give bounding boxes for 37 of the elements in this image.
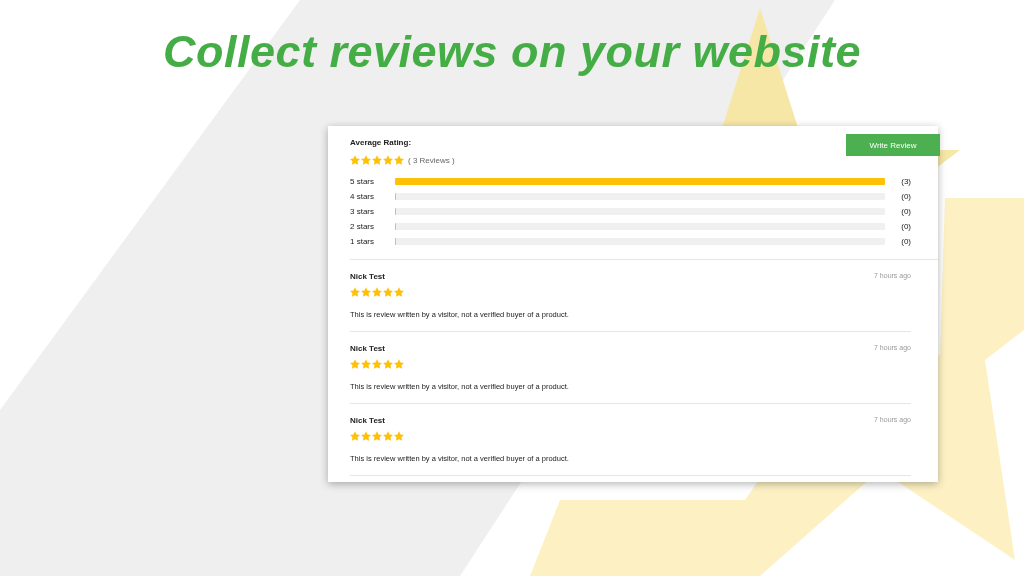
star-icon bbox=[372, 287, 382, 297]
star-icon bbox=[350, 287, 360, 297]
star-level-label: 3 stars bbox=[350, 207, 375, 216]
star-level-label: 5 stars bbox=[350, 177, 375, 186]
rating-count: (0) bbox=[900, 222, 911, 231]
star-icon bbox=[372, 155, 382, 165]
star-level-label: 4 stars bbox=[350, 192, 375, 201]
rating-count: (0) bbox=[900, 207, 911, 216]
review-count: ( 3 Reviews ) bbox=[408, 155, 455, 165]
star-icon bbox=[383, 287, 393, 297]
star-icon bbox=[383, 155, 393, 165]
star-icon bbox=[361, 431, 371, 441]
star-icon bbox=[372, 431, 382, 441]
rating-count: (0) bbox=[900, 192, 911, 201]
star-icon bbox=[394, 155, 404, 165]
star-icon bbox=[383, 431, 393, 441]
headline: Collect reviews on your website bbox=[162, 26, 862, 78]
rating-count: (3) bbox=[900, 177, 911, 186]
star-icon bbox=[394, 431, 404, 441]
star-icon bbox=[350, 431, 360, 441]
star-icon bbox=[372, 359, 382, 369]
star-icon bbox=[394, 359, 404, 369]
average-rating-label: Average Rating: bbox=[350, 138, 413, 147]
star-level-label: 2 stars bbox=[350, 222, 375, 231]
star-icon bbox=[361, 155, 371, 165]
star-icon bbox=[361, 287, 371, 297]
star-icon bbox=[383, 359, 393, 369]
star-level-label: 1 stars bbox=[350, 237, 375, 246]
write-review-button[interactable]: Write Review bbox=[846, 134, 940, 156]
reviewer-name: Nick Test bbox=[350, 344, 385, 353]
reviewer-name: Nick Test bbox=[350, 272, 385, 281]
star-icon bbox=[350, 155, 360, 165]
reviewer-name: Nick Test bbox=[350, 416, 385, 425]
rating-count: (0) bbox=[900, 237, 911, 246]
star-icon bbox=[394, 287, 404, 297]
star-icon bbox=[361, 359, 371, 369]
star-icon bbox=[350, 359, 360, 369]
